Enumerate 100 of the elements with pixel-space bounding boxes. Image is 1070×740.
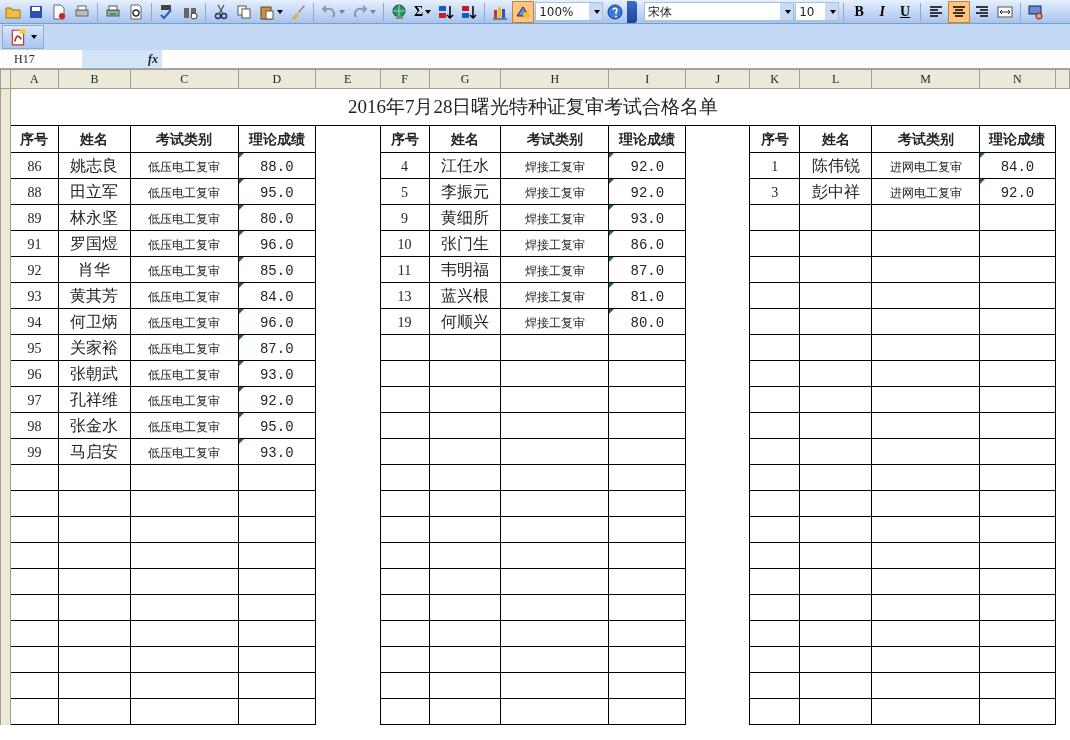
table-cell: 9	[380, 204, 430, 231]
table-cell: 焊接工复审	[500, 308, 609, 335]
clipboard-icon	[259, 3, 275, 20]
caret-icon[interactable]	[589, 3, 603, 20]
column-header: 考试类别	[500, 125, 609, 153]
table-cell: 86	[10, 152, 59, 179]
column-heading[interactable]: N	[979, 69, 1056, 89]
table-cell: 陈伟锐	[799, 152, 872, 179]
column-heading[interactable]: C	[130, 69, 239, 89]
font-dropdown[interactable]: 宋体	[644, 2, 795, 21]
merge-cells-icon	[997, 3, 1014, 20]
column-heading[interactable]: B	[58, 69, 131, 89]
table-cell: 低压电工复审	[130, 282, 239, 309]
name-box[interactable]: H17	[0, 50, 82, 68]
table-cell: 87.0	[238, 334, 316, 361]
sort-descending-icon	[461, 3, 478, 20]
table-cell: 黄细所	[429, 204, 501, 231]
column-header: 序号	[10, 125, 59, 153]
table-cell: 焊接工复审	[500, 256, 609, 283]
table-cell: 94	[10, 308, 59, 335]
table-cell: 焊接工复审	[500, 282, 609, 309]
table-cell: 93	[10, 282, 59, 309]
sort-ascending-icon	[438, 3, 455, 20]
pdf-icon	[9, 28, 27, 46]
drawing-button[interactable]	[512, 0, 535, 23]
table-cell: 85.0	[238, 256, 316, 283]
table-cell: 低压电工复审	[130, 412, 239, 439]
column-heading[interactable]: J	[685, 69, 750, 89]
column-header: 考试类别	[130, 125, 239, 153]
format-button[interactable]: U	[894, 0, 917, 23]
column-heading[interactable]: I	[608, 69, 686, 89]
table-cell: 低压电工复审	[130, 360, 239, 387]
table-cell: 87.0	[608, 256, 686, 283]
select-all-corner[interactable]	[0, 69, 11, 89]
column-heading[interactable]: L	[799, 69, 872, 89]
paintbrush-icon	[290, 3, 306, 20]
caret-icon[interactable]	[825, 3, 839, 20]
table-cell: 何顺兴	[429, 308, 501, 335]
table-cell: 蓝兴根	[429, 282, 501, 309]
table-cell: 低压电工复审	[130, 386, 239, 413]
table-cell: 韦明福	[429, 256, 501, 283]
table-cell: 低压电工复审	[130, 204, 239, 231]
caret-icon	[277, 9, 283, 14]
table-cell: 96	[10, 360, 59, 387]
table-cell: 张朝武	[58, 360, 131, 387]
table-cell: 96.0	[238, 308, 316, 335]
column-header: 姓名	[799, 125, 872, 153]
align-center-button[interactable]	[948, 0, 971, 23]
table-cell: 98	[10, 412, 59, 439]
zoom-dropdown[interactable]: 100%	[535, 2, 604, 21]
column-header: 序号	[749, 125, 800, 153]
caret-icon[interactable]	[780, 3, 794, 20]
formula-field[interactable]	[162, 50, 1070, 68]
function-button[interactable]: fx	[82, 50, 162, 68]
column-heading[interactable]: D	[238, 69, 316, 89]
column-heading[interactable]: G	[429, 69, 501, 89]
align-center-icon	[951, 3, 968, 20]
row-heading[interactable]	[0, 88, 11, 126]
spelling-icon	[159, 3, 175, 20]
format-button[interactable]: I	[871, 0, 894, 23]
font-size-dropdown[interactable]: 10	[795, 2, 840, 21]
table-cell: 84.0	[979, 152, 1056, 179]
format-button[interactable]: B	[848, 0, 871, 23]
table-cell: 13	[380, 282, 430, 309]
column-heading[interactable]: E	[315, 69, 381, 89]
column-header: 理论成绩	[238, 125, 316, 153]
table-cell: 何卫炳	[58, 308, 131, 335]
row-heading[interactable]	[0, 698, 11, 725]
table-cell: 99	[10, 438, 59, 465]
table-cell: 江任水	[429, 152, 501, 179]
table-cell: 95.0	[238, 412, 316, 439]
column-heading[interactable]: K	[749, 69, 800, 89]
column-header: 考试类别	[871, 125, 980, 153]
table-cell: 4	[380, 152, 430, 179]
column-heading[interactable]: A	[10, 69, 59, 89]
toolbar-options-handle[interactable]	[627, 0, 638, 23]
pdf-button[interactable]	[2, 25, 44, 49]
globe-icon	[391, 3, 407, 20]
table-cell: 焊接工复审	[500, 204, 609, 231]
floppy-icon	[28, 3, 44, 20]
column-heading[interactable]: M	[871, 69, 980, 89]
sheet-title: 2016年7月28日曙光特种证复审考试合格名单	[10, 88, 1056, 126]
table-cell: 10	[380, 230, 430, 257]
table-cell: 84.0	[238, 282, 316, 309]
table-cell: 低压电工复审	[130, 334, 239, 361]
table-cell: 1	[749, 152, 800, 179]
scissors-icon	[213, 3, 229, 20]
table-cell: 低压电工复审	[130, 230, 239, 257]
format-button[interactable]: Σ	[411, 0, 435, 23]
table-cell: 焊接工复审	[500, 230, 609, 257]
column-header: 理论成绩	[608, 125, 686, 153]
column-heading[interactable]: F	[380, 69, 430, 89]
table-cell: 93.0	[238, 438, 316, 465]
table-cell: 焊接工复审	[500, 178, 609, 205]
column-heading[interactable]: H	[500, 69, 609, 89]
copy-icon	[236, 3, 252, 20]
table-cell: 田立军	[58, 178, 131, 205]
table-cell: 97	[10, 386, 59, 413]
table-cell: 关家裕	[58, 334, 131, 361]
table-cell: 低压电工复审	[130, 152, 239, 179]
